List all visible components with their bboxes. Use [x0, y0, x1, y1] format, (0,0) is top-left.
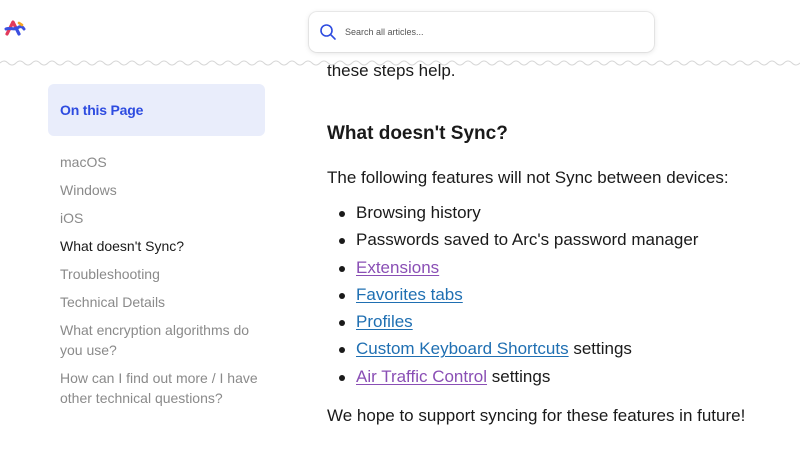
bullet-icon: [339, 320, 345, 327]
list-item: Passwords saved to Arc's password manage…: [327, 229, 797, 256]
list-item: Favorites tabs: [327, 284, 797, 311]
link-custom-keyboard-shortcuts[interactable]: Custom Keyboard Shortcuts: [356, 339, 569, 358]
bullet-icon: [339, 211, 345, 217]
search-input[interactable]: [345, 22, 625, 42]
bullet-icon: [339, 347, 345, 354]
search-bar[interactable]: [309, 12, 654, 52]
list-item: Browsing history: [327, 202, 797, 229]
list-item: Extensions: [327, 257, 797, 284]
toc-list: macOS Windows iOS What doesn't Sync? Tro…: [60, 152, 275, 416]
toc-item-macos[interactable]: macOS: [60, 152, 275, 172]
link-profiles[interactable]: Profiles: [356, 312, 413, 331]
link-extensions[interactable]: Extensions: [356, 258, 439, 277]
list-item-text: Passwords saved to Arc's password manage…: [356, 230, 699, 250]
toc-item-windows[interactable]: Windows: [60, 180, 275, 200]
list-item: Air Traffic Control settings: [327, 366, 797, 393]
toc-item-what-doesnt-sync[interactable]: What doesn't Sync?: [60, 236, 275, 256]
on-this-page-title: On this Page: [60, 102, 144, 118]
toc-item-find-out-more[interactable]: How can I find out more / I have other t…: [60, 368, 275, 408]
toc-item-troubleshooting[interactable]: Troubleshooting: [60, 264, 275, 284]
bullet-icon: [339, 265, 345, 272]
toc-item-encryption-algorithms[interactable]: What encryption algorithms do you use?: [60, 320, 275, 360]
feature-list: Browsing history Passwords saved to Arc'…: [327, 202, 797, 393]
bullet-icon: [339, 292, 345, 299]
top-header: [0, 0, 800, 64]
link-favorites-tabs[interactable]: Favorites tabs: [356, 285, 463, 304]
bullet-icon: [339, 374, 345, 381]
article-body: these steps help. What doesn't Sync? The…: [327, 60, 797, 427]
section-heading: What doesn't Sync?: [327, 123, 508, 144]
toc-item-ios[interactable]: iOS: [60, 208, 275, 228]
section-lead: The following features will not Sync bet…: [327, 168, 729, 187]
section-outro: We hope to support syncing for these fea…: [327, 406, 746, 426]
search-icon: [320, 24, 336, 40]
on-this-page-header: On this Page: [48, 84, 265, 136]
toc-item-technical-details[interactable]: Technical Details: [60, 292, 275, 312]
bullet-icon: [339, 238, 345, 245]
header-wavy-divider: [0, 60, 800, 66]
list-item: Profiles: [327, 311, 797, 338]
link-air-traffic-control[interactable]: Air Traffic Control: [356, 367, 487, 386]
list-item: Custom Keyboard Shortcuts settings: [327, 338, 797, 365]
arc-logo-icon[interactable]: [4, 18, 26, 38]
list-item-suffix: settings: [568, 339, 632, 359]
list-item-suffix: settings: [487, 366, 551, 386]
list-item-text: Browsing history: [356, 203, 481, 222]
